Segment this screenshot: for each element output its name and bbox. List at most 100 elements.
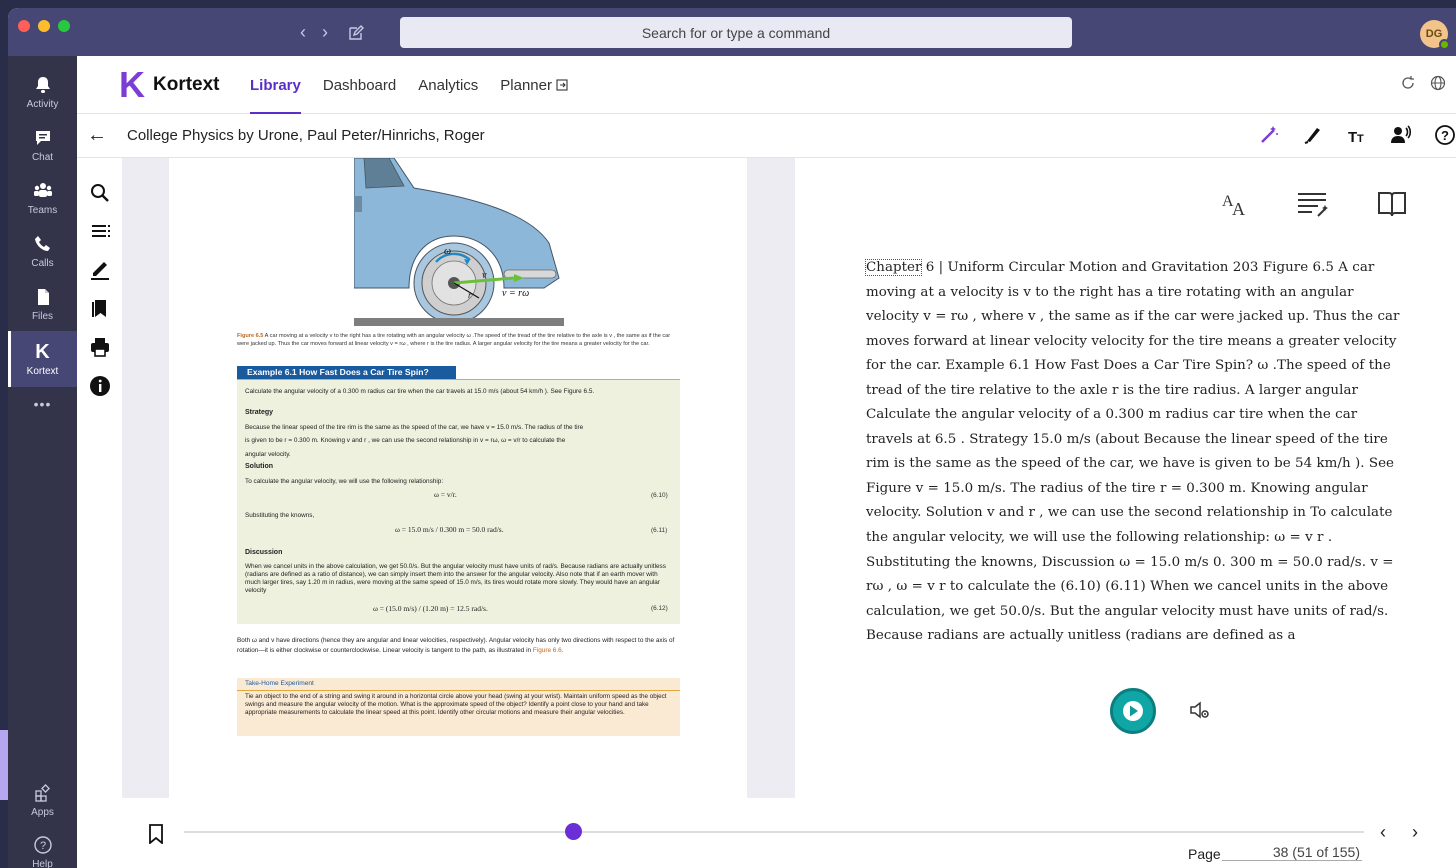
tab-planner[interactable]: Planner bbox=[500, 56, 568, 114]
rail-item-kortext[interactable]: K Kortext bbox=[8, 331, 77, 387]
svg-text:?: ? bbox=[39, 840, 45, 852]
teams-icon bbox=[33, 182, 52, 197]
avatar[interactable]: DG bbox=[1420, 20, 1450, 50]
refresh-icon[interactable] bbox=[1400, 75, 1416, 91]
command-search-input[interactable]: Search for or type a command bbox=[400, 17, 1072, 48]
play-button[interactable] bbox=[1110, 688, 1156, 734]
rail-item-activity[interactable]: Activity bbox=[8, 66, 77, 118]
page-slider-thumb[interactable] bbox=[565, 823, 583, 840]
take-home-rule bbox=[237, 690, 680, 691]
strategy-heading: Strategy bbox=[245, 409, 274, 416]
r-label: r bbox=[468, 290, 472, 300]
header-actions bbox=[1400, 75, 1446, 91]
solution-text: To calculate the angular velocity, we wi… bbox=[245, 478, 444, 485]
rail-item-help[interactable]: ? Help bbox=[8, 826, 77, 868]
tab-analytics[interactable]: Analytics bbox=[418, 56, 478, 114]
more-apps-button[interactable]: ••• bbox=[8, 386, 77, 422]
info-icon[interactable] bbox=[89, 375, 111, 397]
strategy-line-3: angular velocity. bbox=[245, 451, 291, 458]
read-aloud-panel: AA Chapter 6 | Uniform Circular Motion a… bbox=[795, 158, 1456, 798]
example-box: Calculate the angular velocity of a 0.30… bbox=[237, 380, 680, 624]
search-icon[interactable] bbox=[89, 182, 111, 204]
rail-item-label: Teams bbox=[27, 204, 58, 216]
rail-item-chat[interactable]: Chat bbox=[8, 119, 77, 171]
logo-text: Kortext bbox=[153, 74, 220, 95]
kortext-icon: K bbox=[35, 340, 50, 363]
compose-icon[interactable] bbox=[348, 25, 364, 41]
magic-wand-icon[interactable] bbox=[1258, 124, 1280, 146]
solution-heading: Solution bbox=[245, 463, 273, 470]
font-size-icon[interactable]: AA bbox=[1220, 190, 1250, 218]
rail-item-label: Calls bbox=[31, 257, 54, 269]
strategy-line-2: is given to be r = 0.300 m. Knowing v an… bbox=[245, 437, 566, 444]
highlighter-icon[interactable] bbox=[1302, 124, 1324, 146]
book-page: ω v r v = rω Figure 6.5 A car moving at … bbox=[169, 158, 747, 798]
rail-item-apps[interactable]: Apps bbox=[8, 774, 77, 826]
back-nav-icon[interactable]: ‹ bbox=[300, 22, 306, 43]
page-label: Page bbox=[1188, 846, 1221, 862]
svg-text:T: T bbox=[1357, 133, 1364, 145]
globe-icon[interactable] bbox=[1430, 75, 1446, 91]
figure-link[interactable]: Figure 6.6. bbox=[533, 647, 564, 654]
print-icon[interactable] bbox=[89, 336, 111, 358]
page-number: 38 bbox=[1272, 844, 1289, 860]
minimize-window-button[interactable] bbox=[38, 20, 50, 32]
reader-body-text: 6 | Uniform Circular Motion and Gravitat… bbox=[866, 260, 1400, 644]
svg-text:?: ? bbox=[1441, 128, 1449, 143]
page-slider-track[interactable] bbox=[184, 831, 1364, 833]
book-title: College Physics by Urone, Paul Peter/Hin… bbox=[127, 127, 485, 144]
take-home-experiment-box: Take-Home Experiment Tie an object to th… bbox=[237, 678, 680, 736]
page-arrows: ‹ › bbox=[1380, 822, 1418, 843]
next-page-icon[interactable]: › bbox=[1412, 822, 1418, 843]
immersive-reader-book-icon[interactable] bbox=[1376, 190, 1408, 218]
v-equals-r-omega-label: v = rω bbox=[502, 288, 529, 299]
bell-icon bbox=[35, 76, 50, 93]
example-intro: Calculate the angular velocity of a 0.30… bbox=[245, 388, 595, 395]
voice-settings-icon[interactable] bbox=[1188, 698, 1212, 722]
page-number-field[interactable]: 38 (51 of 155) bbox=[1222, 844, 1362, 861]
rail-item-label: Files bbox=[31, 310, 54, 322]
title-bar: ‹ › Search for or type a command DG bbox=[8, 8, 1456, 56]
discussion-text: When we cancel units in the above calcul… bbox=[245, 563, 666, 594]
text-size-icon[interactable]: TT bbox=[1346, 124, 1368, 146]
strategy-line-1: Because the linear speed of the tire rim… bbox=[245, 424, 584, 431]
side-accent bbox=[0, 730, 8, 800]
logo-mark: K bbox=[119, 64, 145, 105]
teams-window: ‹ › Search for or type a command DG Acti… bbox=[8, 8, 1456, 868]
body-paragraph-text: Both ω and v have directions (hence they… bbox=[237, 637, 675, 654]
contents-list-icon[interactable] bbox=[89, 220, 111, 242]
side-toolbar bbox=[77, 158, 122, 798]
rail-item-files[interactable]: Files bbox=[8, 278, 77, 330]
v-label: v bbox=[482, 270, 487, 281]
figure-caption: Figure 6.5 A car moving at a velocity v … bbox=[237, 332, 679, 348]
more-icon: ••• bbox=[33, 396, 52, 412]
tab-dashboard[interactable]: Dashboard bbox=[323, 56, 396, 114]
rail-item-label: Help bbox=[32, 858, 53, 868]
close-window-button[interactable] bbox=[18, 20, 30, 32]
apps-icon bbox=[34, 783, 50, 802]
text-preferences-icon[interactable] bbox=[1296, 190, 1330, 218]
caption-text: A car moving at a velocity v to the righ… bbox=[237, 333, 671, 347]
rail-item-calls[interactable]: Calls bbox=[8, 225, 77, 277]
forward-nav-icon[interactable]: › bbox=[322, 22, 328, 43]
rail-item-teams[interactable]: Teams bbox=[8, 172, 77, 224]
reader-tools: TT ? bbox=[1258, 124, 1456, 146]
car-figure: ω v r v = rω bbox=[354, 158, 564, 326]
zoom-window-button[interactable] bbox=[58, 20, 70, 32]
kortext-logo[interactable]: K Kortext bbox=[119, 64, 220, 105]
caption-label: Figure 6.5 bbox=[237, 333, 264, 339]
equation-6-11-number: (6.11) bbox=[651, 527, 668, 534]
previous-page-icon[interactable]: ‹ bbox=[1380, 822, 1386, 843]
bookmarks-icon[interactable] bbox=[89, 297, 111, 319]
bookmark-icon[interactable] bbox=[148, 824, 164, 844]
equation-6-12-number: (6.12) bbox=[651, 605, 668, 612]
back-arrow-icon[interactable]: ← bbox=[87, 124, 107, 147]
notes-pen-icon[interactable] bbox=[89, 258, 111, 280]
read-aloud-icon[interactable] bbox=[1390, 124, 1412, 146]
rail-item-label: Kortext bbox=[26, 365, 59, 377]
equation-6-10-number: (6.10) bbox=[651, 492, 668, 499]
help-circle-icon[interactable]: ? bbox=[1434, 124, 1456, 146]
presence-status-icon bbox=[1439, 39, 1450, 50]
tab-library[interactable]: Library bbox=[250, 56, 301, 115]
page-viewer[interactable]: ω v r v = rω Figure 6.5 A car moving at … bbox=[122, 158, 795, 798]
